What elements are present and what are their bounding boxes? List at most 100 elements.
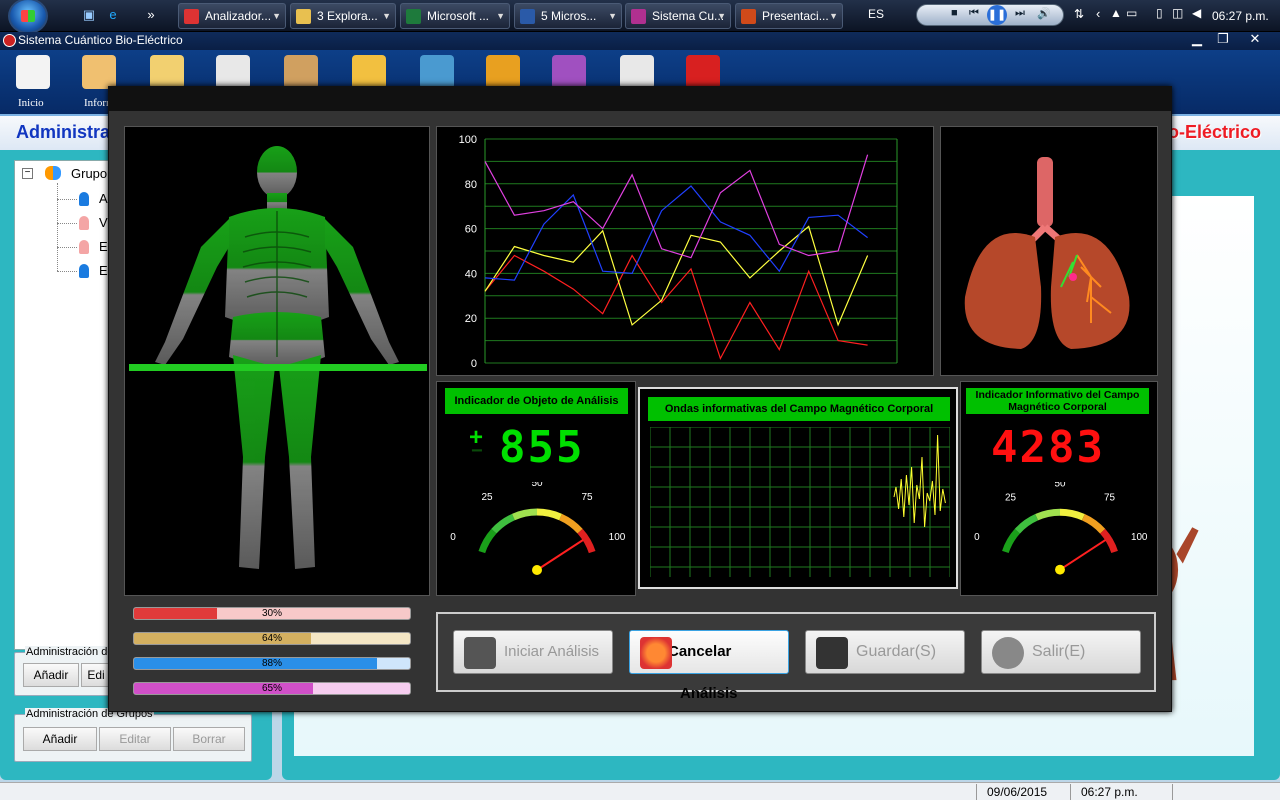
previous-icon[interactable]: ⏮: [969, 7, 979, 20]
close-icon[interactable]: ✕: [1244, 32, 1266, 48]
taskbar-button[interactable]: 5 Micros... ▼: [514, 3, 622, 29]
chart-pane: 0 20 40 60 80 100: [436, 126, 934, 376]
taskbar: ▣ e » Analizador... ▼ 3 Explora... ▼ Microso…: [0, 0, 1280, 34]
network-icon[interactable]: ◫: [1172, 6, 1183, 20]
tree-branch: [57, 199, 77, 200]
app-title-bar: Sistema Cuántico Bio-Eléctrico ▁ ❐ ✕: [0, 32, 1280, 50]
taskbar-button-label: 5 Micros...: [541, 9, 597, 23]
app-icon: [631, 9, 646, 24]
profile-icon[interactable]: [620, 55, 654, 89]
chart-y-tick: 20: [465, 313, 477, 325]
status-time: 06:27 p.m.: [1070, 784, 1170, 800]
export-icon[interactable]: [420, 55, 454, 89]
settings-icon[interactable]: [486, 55, 520, 89]
gauge-tick-label: 75: [1104, 492, 1115, 503]
tree-item[interactable]: A: [99, 191, 108, 206]
chart-y-tick: 0: [471, 358, 477, 370]
scan-line: [129, 364, 427, 371]
speaker-icon[interactable]: ◀: [1192, 6, 1201, 20]
display-icon[interactable]: ▭: [1126, 6, 1137, 20]
cancel-analysis-label: Cancelar Análisis: [668, 643, 738, 702]
stop-icon[interactable]: ■: [951, 7, 958, 19]
mini-icon[interactable]: ⇅: [1074, 7, 1084, 21]
home-icon[interactable]: [16, 55, 50, 89]
analysis-dialog: 0 20 40 60 80 100 Indicador de Objeto de Anál…: [108, 86, 1172, 712]
gauge-band: [1035, 508, 1061, 521]
folder-icon: [296, 9, 311, 24]
save-button[interactable]: Guardar(S): [805, 630, 965, 674]
line-chart: 0 20 40 60 80 100: [459, 134, 898, 370]
start-button[interactable]: [8, 0, 48, 34]
app-icon: [3, 34, 16, 47]
dropdown-icon: ▼: [272, 11, 281, 21]
exit-button[interactable]: Salir(E): [981, 630, 1141, 674]
hand-icon[interactable]: [150, 55, 184, 89]
wave-signal: [893, 434, 946, 528]
restore-icon[interactable]: ❐: [1212, 32, 1234, 48]
edit-group-button[interactable]: Editar: [99, 727, 171, 751]
taskbar-button[interactable]: Microsoft ... ▼: [400, 3, 510, 29]
persons-admin-title: Administración de: [25, 646, 115, 658]
clock[interactable]: 06:27 p.m.: [1212, 9, 1269, 23]
dropdown-icon: ▼: [608, 11, 617, 21]
add-group-button[interactable]: Añadir: [23, 727, 97, 751]
help-icon[interactable]: [552, 55, 586, 89]
object-indicator-pane: Indicador de Objeto de Análisis + − 855 …: [436, 381, 636, 596]
next-icon[interactable]: ⏭: [1015, 7, 1025, 20]
gauge-band: [1014, 514, 1039, 534]
users-icon[interactable]: [82, 55, 116, 89]
tree-item[interactable]: E: [99, 239, 108, 254]
progress-label: 30%: [261, 608, 282, 619]
battery-icon[interactable]: ▯: [1156, 6, 1163, 20]
gauge-needle: [1059, 539, 1107, 571]
tree-line: [57, 183, 58, 271]
group-icon: [45, 166, 61, 180]
edit-person-button[interactable]: Edi: [81, 663, 111, 687]
tree-root[interactable]: Grupo: [71, 166, 107, 181]
media-player-controls[interactable]: ■ ⏮ ❚❚ ⏭ 🔊: [916, 4, 1064, 26]
toolbar-label[interactable]: Inicio: [18, 97, 44, 109]
cancel-icon: [640, 637, 672, 669]
action-pane: Iniciar Análisis Cancelar Análisis Guard…: [436, 612, 1156, 702]
person-icon: [79, 264, 89, 278]
word-icon: [520, 9, 535, 24]
minimize-icon[interactable]: ▁: [1186, 32, 1208, 48]
lungs-image: [964, 157, 1130, 349]
pause-icon[interactable]: ❚❚: [987, 5, 1007, 25]
gauge-tick-label: 50: [1055, 482, 1066, 490]
taskbar-button-label: Analizador...: [205, 9, 272, 23]
progress-label: 64%: [261, 633, 282, 644]
progress-bar: 64%: [133, 632, 411, 645]
chart-y-tick: 80: [465, 179, 477, 191]
chrome-icon: [184, 9, 199, 24]
person-icon: [79, 216, 89, 230]
ie-icon[interactable]: e: [104, 7, 122, 23]
report-icon[interactable]: [284, 55, 318, 89]
volume-icon[interactable]: 🔊: [1037, 7, 1051, 20]
language-indicator[interactable]: ES: [868, 7, 884, 21]
waves-grid: [650, 427, 950, 577]
import-icon[interactable]: [352, 55, 386, 89]
dialog-title-bar[interactable]: [109, 87, 1171, 111]
overflow-chevron-icon[interactable]: »: [142, 7, 160, 23]
clipboard-icon[interactable]: [216, 55, 250, 89]
notification-icon[interactable]: ▲: [1110, 6, 1122, 20]
add-person-button[interactable]: Añadir: [23, 663, 79, 687]
tree-item[interactable]: V: [99, 215, 108, 230]
object-value-display: 855: [499, 422, 585, 473]
taskbar-button[interactable]: 3 Explora... ▼: [290, 3, 396, 29]
start-analysis-button[interactable]: Iniciar Análisis: [453, 630, 613, 674]
tray-expand-icon[interactable]: ‹: [1096, 6, 1100, 21]
show-desktop-icon[interactable]: ▣: [80, 7, 98, 23]
taskbar-button[interactable]: Analizador... ▼: [178, 3, 286, 29]
tree-item[interactable]: E: [99, 263, 108, 278]
power-icon[interactable]: [686, 55, 720, 89]
collapse-icon[interactable]: −: [22, 168, 33, 179]
object-gauge: 0 25 50 75 100: [450, 482, 626, 575]
taskbar-button[interactable]: Presentaci... ▼: [735, 3, 843, 29]
delete-group-button[interactable]: Borrar: [173, 727, 245, 751]
gauge-tick-label: 50: [531, 482, 543, 489]
taskbar-button[interactable]: Sistema Cu... ▼: [625, 3, 731, 29]
cancel-analysis-button[interactable]: Cancelar Análisis: [629, 630, 789, 702]
taskbar-button-label: Presentaci...: [762, 9, 829, 23]
